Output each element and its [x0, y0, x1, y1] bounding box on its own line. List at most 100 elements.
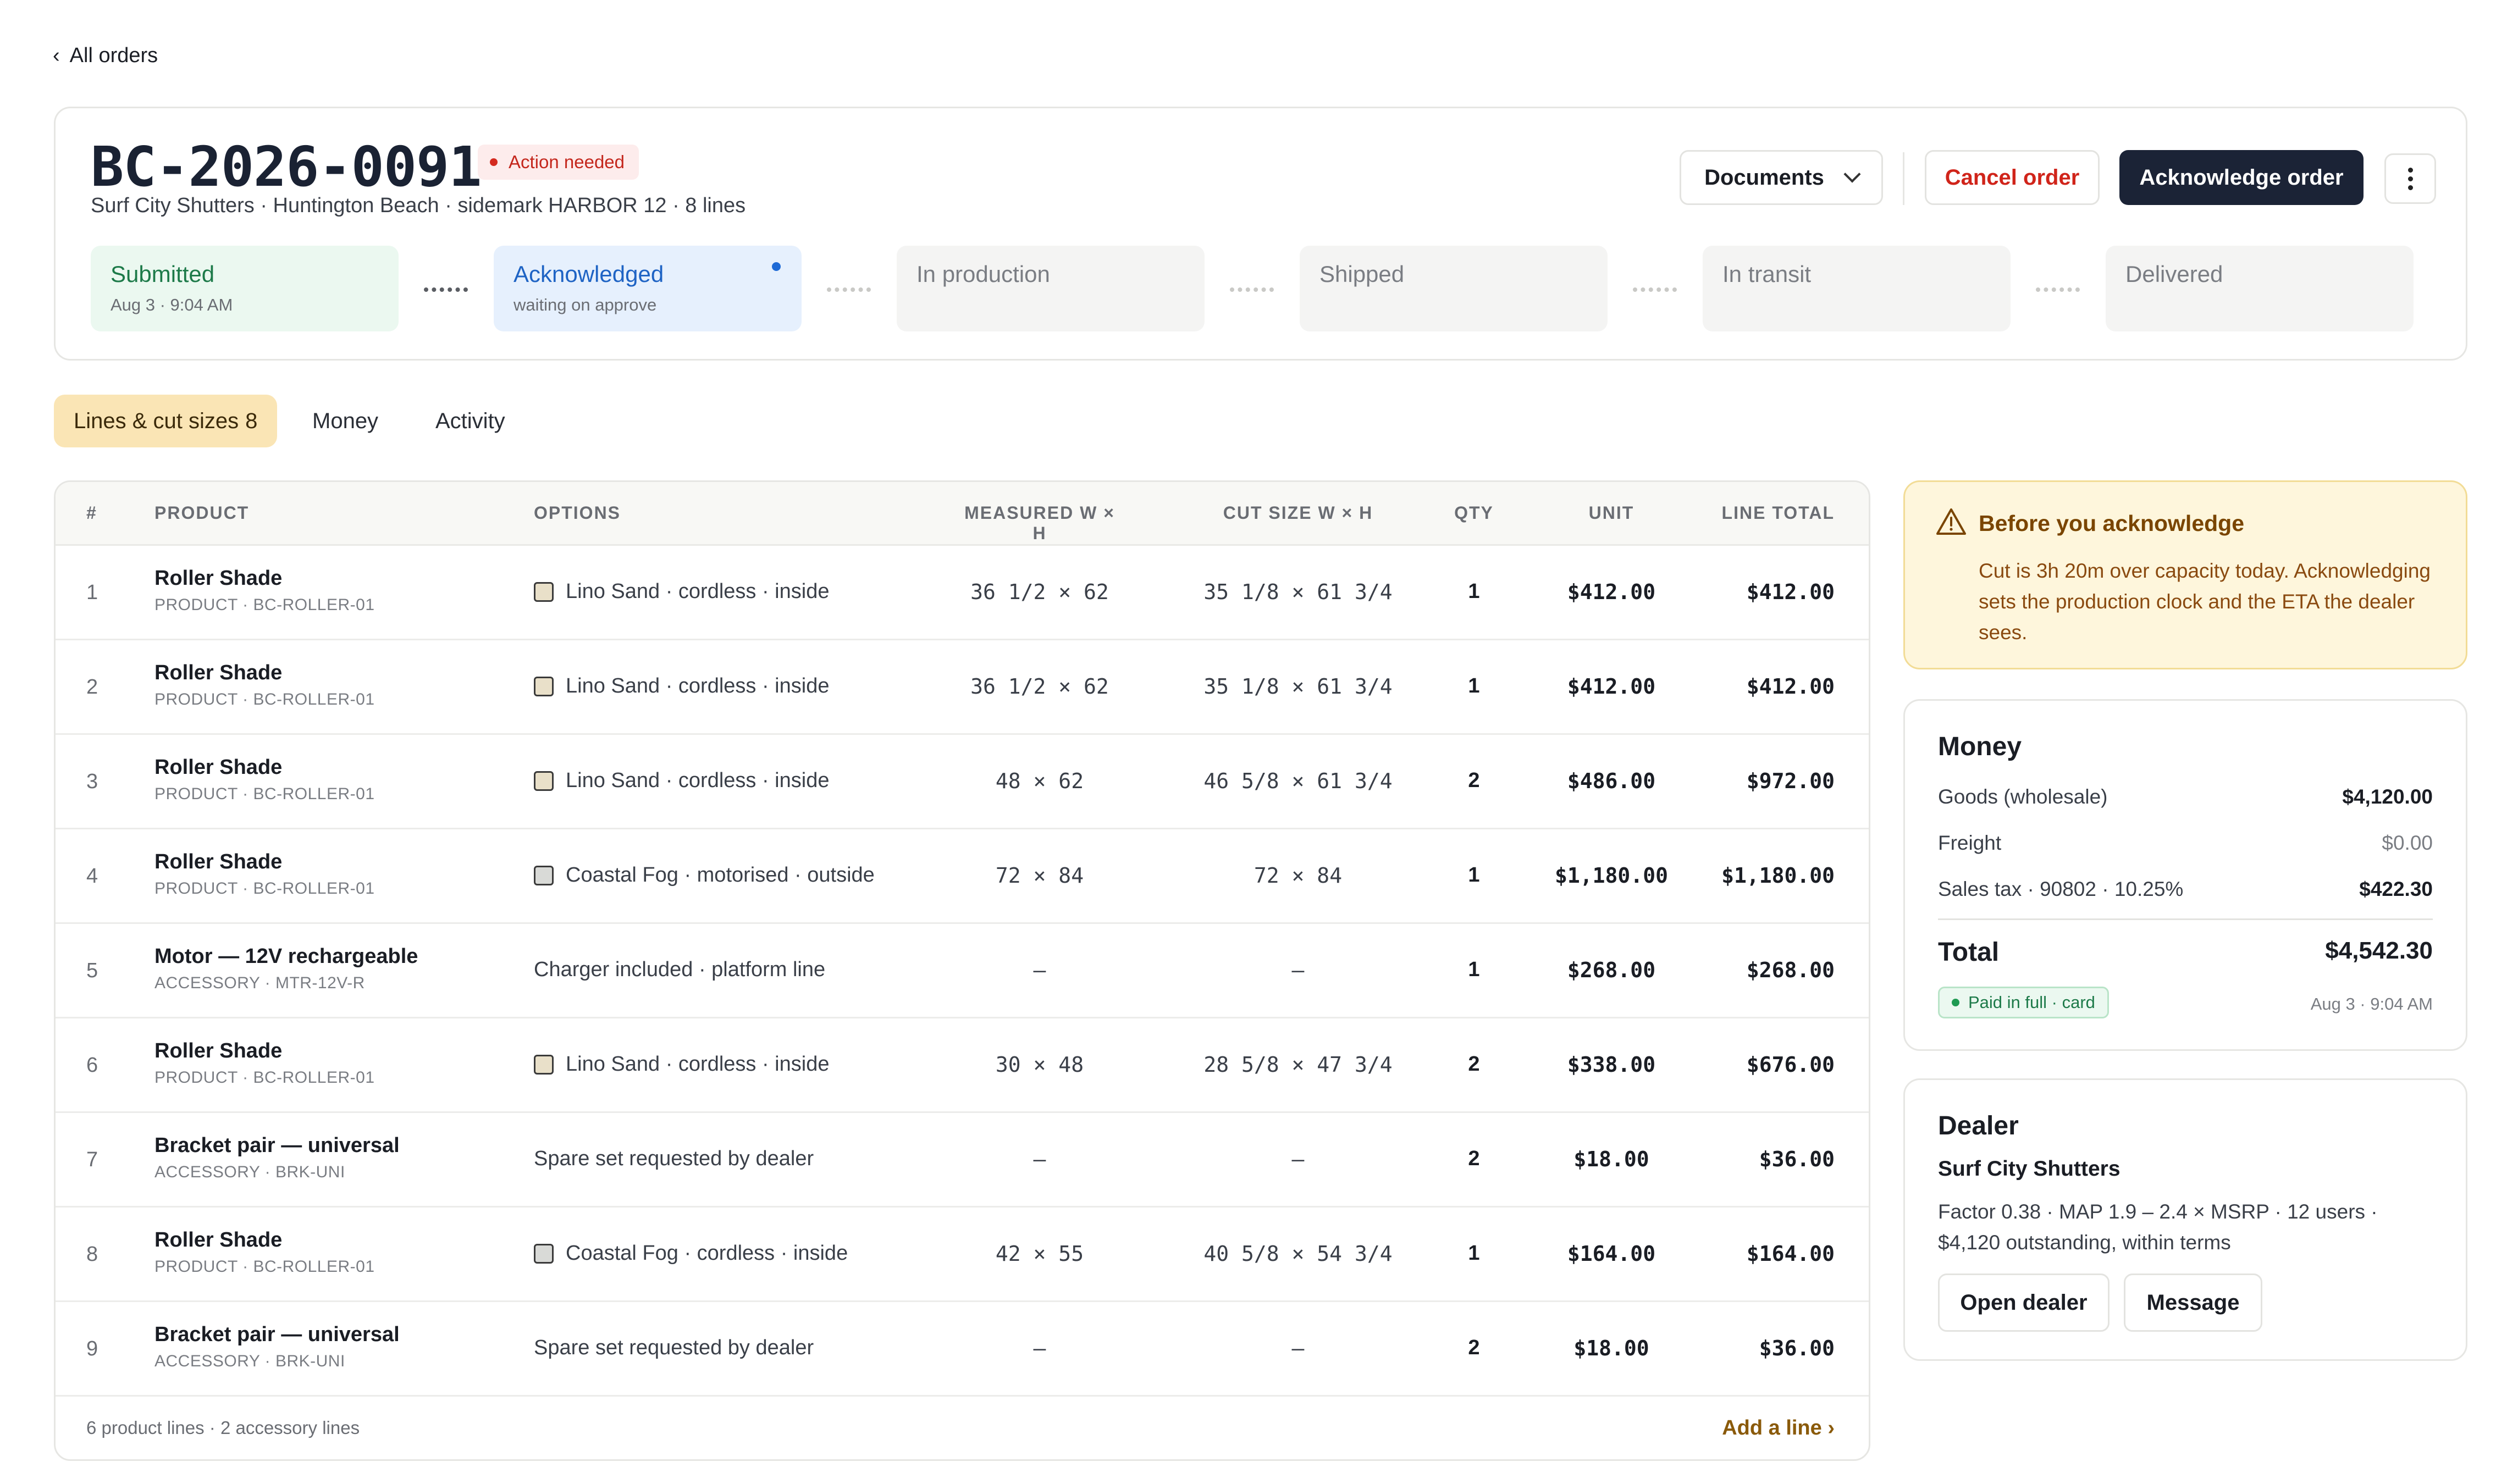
table-row[interactable]: 1 Roller Shade PRODUCT · BC-ROLLER-01 Lino … [56, 546, 1869, 640]
money-line: Freight $0.00 [1938, 832, 2433, 855]
paid-badge: Paid in full · card [1938, 987, 2109, 1018]
row-measured: 36 1/2 × 62 [970, 580, 1109, 604]
warning-title: Before you acknowledge [1979, 511, 2245, 536]
row-measured: 36 1/2 × 62 [970, 674, 1109, 699]
money-line-label: Goods (wholesale) [1938, 785, 2108, 808]
row-measured: – [1033, 958, 1046, 982]
total-value: $4,542.30 [2325, 937, 2433, 964]
message-button[interactable]: Message [2124, 1273, 2262, 1332]
row-options: Lino Sand · cordless · inside [534, 674, 829, 698]
step-connector [424, 287, 468, 292]
paid-badge-label: Paid in full · card [1968, 993, 2095, 1012]
row-options: Lino Sand · cordless · inside [534, 769, 829, 793]
table-row[interactable]: 9 Bracket pair — universal ACCESSORY · BRK… [56, 1302, 1869, 1397]
product-name: Roller Shade [154, 567, 283, 590]
product-name: Bracket pair — universal [154, 1134, 400, 1157]
step-label: Shipped [1319, 261, 1405, 287]
step-connector [1230, 287, 1274, 292]
add-line-link[interactable]: Add a line › [1722, 1416, 1835, 1440]
open-dealer-button[interactable]: Open dealer [1938, 1273, 2110, 1332]
more-vertical-icon[interactable] [2384, 153, 2436, 204]
table-row[interactable]: 8 Roller Shade PRODUCT · BC-ROLLER-01 Coast… [56, 1208, 1869, 1302]
fabric-swatch-icon [534, 1054, 554, 1075]
step-connector [827, 287, 871, 292]
product-sku: ACCESSORY · MTR-12V-R [154, 974, 365, 992]
row-product: Roller Shade PRODUCT · BC-ROLLER-01 [154, 661, 375, 709]
table-row[interactable]: 2 Roller Shade PRODUCT · BC-ROLLER-01 Lino … [56, 640, 1869, 735]
tab-label: Activity [435, 408, 505, 433]
money-line-label: Freight [1938, 832, 2002, 854]
product-name: Roller Shade [154, 1228, 283, 1252]
row-cut-size: 35 1/8 × 61 3/4 [1203, 580, 1393, 604]
col-qty: QTY [1454, 503, 1494, 523]
row-line-total: $36.00 [1759, 1147, 1835, 1171]
order-subline: Surf City Shutters · Huntington Beach · … [91, 194, 746, 217]
dealer-card: Dealer Surf City Shutters Factor 0.38 · … [1903, 1078, 2467, 1361]
row-cut-size: 46 5/8 × 61 3/4 [1203, 769, 1393, 793]
step-sub: waiting on approve [513, 295, 657, 314]
step-sub: Aug 3 · 9:04 AM [111, 295, 233, 314]
cancel-order-button[interactable]: Cancel order [1925, 150, 2100, 205]
active-dot-icon [772, 262, 781, 271]
tab-lines-cut-sizes[interactable]: Lines & cut sizes 8 [54, 395, 278, 447]
step-shipped: Shipped [1300, 246, 1608, 331]
row-qty: 1 [1468, 580, 1480, 603]
money-line-value: $4,120.00 [2342, 785, 2433, 808]
row-product: Roller Shade PRODUCT · BC-ROLLER-01 [154, 756, 375, 804]
fabric-swatch-icon [534, 1243, 554, 1264]
table-row[interactable]: 5 Motor — 12V rechargeable ACCESSORY · MTR… [56, 924, 1869, 1018]
table-row[interactable]: 3 Roller Shade PRODUCT · BC-ROLLER-01 Lino … [56, 735, 1869, 829]
money-line: Goods (wholesale) $4,120.00 [1938, 785, 2433, 809]
row-options: Lino Sand · cordless · inside [534, 580, 829, 603]
chevron-left-icon: ‹ [53, 44, 60, 67]
row-product: Roller Shade PRODUCT · BC-ROLLER-01 [154, 1039, 375, 1087]
table-header: # PRODUCT OPTIONS MEASURED W × H CUT SIZ… [56, 482, 1869, 546]
back-link[interactable]: ‹ All orders [53, 44, 158, 68]
col-unit: UNIT [1588, 503, 1634, 523]
row-cut-size: 28 5/8 × 47 3/4 [1203, 1053, 1393, 1077]
acknowledge-order-button[interactable]: Acknowledge order [2119, 150, 2364, 205]
table-row[interactable]: 4 Roller Shade PRODUCT · BC-ROLLER-01 Coast… [56, 829, 1869, 924]
options-text: Lino Sand · cordless · inside [566, 674, 830, 697]
money-line-value: $422.30 [2359, 878, 2433, 900]
product-sku: PRODUCT · BC-ROLLER-01 [154, 879, 375, 898]
status-dot-icon [490, 158, 498, 166]
row-qty: 1 [1468, 863, 1480, 887]
product-name: Motor — 12V rechargeable [154, 945, 418, 968]
dealer-info: Factor 0.38 · MAP 1.9 – 2.4 × MSRP · 12 … [1938, 1200, 2378, 1254]
row-cut-size: – [1291, 958, 1305, 982]
row-product: Motor — 12V rechargeable ACCESSORY · MTR-… [154, 945, 418, 993]
order-id: BC-2026-0091 [91, 135, 482, 199]
tab-activity[interactable]: Activity [416, 395, 525, 447]
order-detail-page: ‹ All orders BC-2026-0091 Action needed … [0, 0, 2507, 1484]
options-text: Lino Sand · cordless · inside [566, 580, 830, 603]
col-number: # [86, 503, 97, 523]
step-acknowledged: Acknowledged waiting on approve [494, 246, 802, 331]
row-options: Lino Sand · cordless · inside [534, 1053, 829, 1076]
options-text: Spare set requested by dealer [534, 1336, 814, 1359]
documents-dropdown[interactable]: Documents [1680, 150, 1883, 205]
dealer-title: Dealer [1938, 1111, 2019, 1140]
row-measured: 30 × 48 [995, 1053, 1084, 1077]
money-title: Money [1938, 732, 2022, 761]
step-in-production: In production [897, 246, 1205, 331]
table-row[interactable]: 7 Bracket pair — universal ACCESSORY · BRK… [56, 1113, 1869, 1208]
options-text: Lino Sand · cordless · inside [566, 1053, 830, 1076]
tab-money[interactable]: Money [292, 395, 398, 447]
table-row[interactable]: 6 Roller Shade PRODUCT · BC-ROLLER-01 Lino … [56, 1018, 1869, 1113]
product-name: Roller Shade [154, 661, 283, 684]
product-sku: PRODUCT · BC-ROLLER-01 [154, 1258, 375, 1276]
row-qty: 1 [1468, 674, 1480, 697]
row-product: Bracket pair — universal ACCESSORY · BRK-… [154, 1323, 400, 1371]
options-text: Coastal Fog · cordless · inside [566, 1242, 848, 1265]
total-label: Total [1938, 938, 2000, 967]
step-in-transit: In transit [1703, 246, 2011, 331]
row-line-total: $412.00 [1746, 580, 1835, 604]
money-card: Money Goods (wholesale) $4,120.00 Freight $… [1903, 699, 2467, 1051]
row-line-total: $412.00 [1746, 674, 1835, 699]
product-sku: ACCESSORY · BRK-UNI [154, 1352, 345, 1370]
line-summary: 6 product lines · 2 accessory lines [86, 1417, 360, 1438]
row-measured: – [1033, 1336, 1046, 1360]
money-line: Sales tax · 90802 · 10.25% $422.30 [1938, 878, 2433, 901]
step-connector [2036, 287, 2080, 292]
